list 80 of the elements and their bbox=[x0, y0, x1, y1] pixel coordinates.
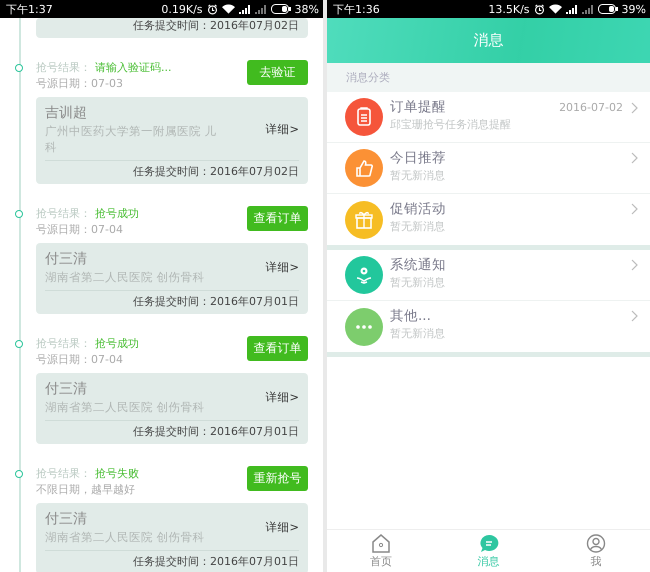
chevron-icon bbox=[631, 259, 638, 271]
patient-name: 付三清 bbox=[45, 380, 88, 399]
category-subtitle: 暂无新消息 bbox=[390, 168, 446, 183]
category-title: 系统通知 bbox=[390, 256, 447, 275]
result-value: 抢号失败 bbox=[95, 467, 139, 480]
chevron-icon bbox=[631, 102, 638, 114]
recommend-category-icon bbox=[345, 149, 383, 187]
submit-time: 任务提交时间：2016年07月02日 bbox=[132, 18, 299, 34]
battery-percent: 39% bbox=[622, 2, 646, 16]
action-button[interactable]: 去验证 bbox=[247, 60, 308, 85]
result-value: 请输入验证码... bbox=[95, 61, 172, 74]
source-date: 号源日期：07-03 bbox=[36, 76, 124, 92]
category-subtitle: 邱宝珊抢号任务消息提醒 bbox=[390, 117, 512, 132]
category-title: 促销活动 bbox=[390, 200, 447, 219]
message-category-row[interactable]: 促销活动 暂无新消息 bbox=[327, 194, 650, 245]
detail-link[interactable]: 详细> bbox=[265, 260, 299, 274]
submit-time: 任务提交时间：2016年07月01日 bbox=[45, 550, 299, 570]
category-title: 今日推荐 bbox=[390, 149, 447, 168]
chevron-icon bbox=[631, 310, 638, 322]
message-category-row[interactable]: 其他... 暂无新消息 bbox=[327, 301, 650, 352]
other-category-icon bbox=[345, 308, 383, 346]
patient-name: 付三清 bbox=[45, 510, 88, 529]
patient-name: 吉训超 bbox=[45, 104, 88, 123]
chevron-icon bbox=[631, 152, 638, 164]
category-title: 其他... bbox=[390, 307, 432, 326]
user-icon bbox=[586, 534, 606, 552]
signal-icon bbox=[566, 4, 578, 14]
category-title: 订单提醒 bbox=[390, 98, 447, 117]
category-subtitle: 暂无新消息 bbox=[390, 326, 446, 341]
network-speed: 13.5K/s bbox=[488, 2, 530, 16]
timeline-dot bbox=[15, 340, 23, 348]
action-button[interactable]: 查看订单 bbox=[247, 336, 308, 361]
detail-link[interactable]: 详细> bbox=[265, 122, 299, 136]
signal-icon bbox=[238, 4, 251, 14]
alarm-icon bbox=[534, 4, 545, 14]
patient-name: 付三清 bbox=[45, 250, 88, 269]
source-date: 号源日期：07-04 bbox=[36, 222, 124, 238]
section-label: 消息分类 bbox=[327, 63, 650, 92]
result-label: 抢号结果： bbox=[36, 467, 91, 480]
result-value: 抢号成功 bbox=[95, 337, 139, 350]
source-date: 不限日期，越早越好 bbox=[36, 482, 136, 498]
action-button[interactable]: 重新抢号 bbox=[247, 466, 308, 491]
alarm-icon bbox=[206, 4, 218, 14]
order-category-icon bbox=[345, 98, 383, 136]
chevron-icon bbox=[631, 203, 638, 215]
message-date: 2016-07-02 bbox=[559, 101, 623, 114]
signal-icon bbox=[254, 4, 267, 14]
network-speed: 0.19K/s bbox=[161, 2, 203, 16]
detail-link[interactable]: 详细> bbox=[265, 520, 299, 534]
action-button[interactable]: 查看订单 bbox=[247, 206, 308, 231]
page-title: 消息 bbox=[474, 31, 504, 50]
detail-link[interactable]: 详细> bbox=[265, 390, 299, 404]
submit-time: 任务提交时间：2016年07月01日 bbox=[45, 290, 299, 310]
result-label: 抢号结果： bbox=[36, 207, 91, 220]
battery-icon bbox=[598, 4, 618, 14]
system-category-icon bbox=[345, 256, 383, 294]
category-subtitle: 暂无新消息 bbox=[390, 219, 446, 234]
clock-time: 下午1:37 bbox=[6, 2, 53, 16]
promotion-category-icon bbox=[345, 200, 383, 238]
timeline-dot bbox=[15, 470, 23, 478]
message-category-row[interactable]: 今日推荐 暂无新消息 bbox=[327, 143, 650, 194]
result-label: 抢号结果： bbox=[36, 61, 91, 74]
submit-time: 任务提交时间：2016年07月02日 bbox=[45, 160, 299, 180]
result-value: 抢号成功 bbox=[95, 207, 139, 220]
result-label: 抢号结果： bbox=[36, 337, 91, 350]
battery-icon bbox=[270, 4, 291, 14]
home-icon bbox=[370, 534, 391, 552]
battery-percent: 38% bbox=[294, 2, 319, 16]
category-subtitle: 暂无新消息 bbox=[390, 275, 446, 290]
signal-icon bbox=[582, 4, 594, 14]
wifi-icon bbox=[222, 4, 235, 14]
timeline-dot bbox=[15, 64, 23, 72]
source-date: 号源日期：07-04 bbox=[36, 352, 124, 368]
message-category-row[interactable]: 订单提醒 邱宝珊抢号任务消息提醒 2016-07-02 bbox=[327, 92, 650, 143]
timeline-dot bbox=[15, 210, 23, 218]
submit-time: 任务提交时间：2016年07月01日 bbox=[45, 420, 299, 440]
wifi-icon bbox=[548, 4, 562, 14]
message-category-row[interactable]: 系统通知 暂无新消息 bbox=[327, 250, 650, 301]
chat-bubble-icon bbox=[478, 534, 498, 552]
clock-time: 下午1:36 bbox=[333, 2, 380, 16]
